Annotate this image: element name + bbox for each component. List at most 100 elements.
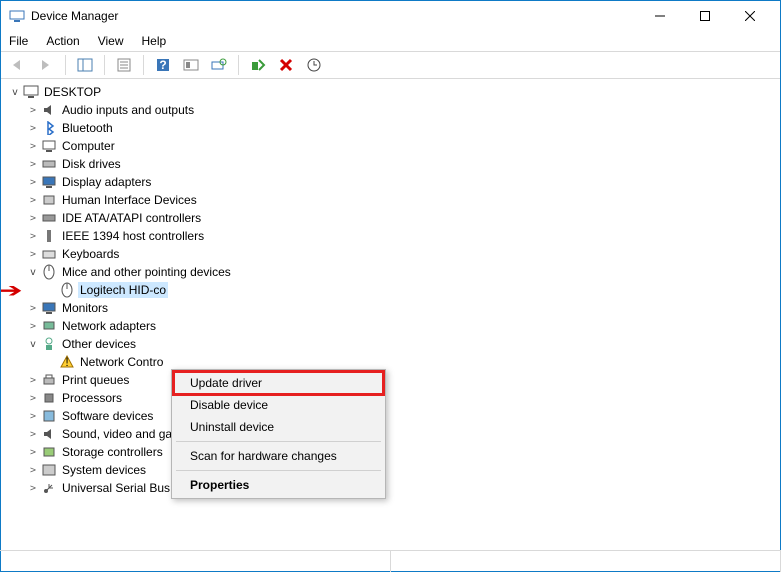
tree-category[interactable]: Display adapters: [9, 173, 780, 191]
tree-category[interactable]: Print queues: [9, 371, 780, 389]
tree-label: Keyboards: [60, 246, 121, 262]
properties-button[interactable]: [113, 54, 135, 76]
expand-icon[interactable]: [27, 465, 39, 476]
device-icon: [41, 228, 57, 244]
context-uninstall-device[interactable]: Uninstall device: [174, 416, 383, 438]
tree-label: Network adapters: [60, 318, 158, 334]
expand-icon[interactable]: [27, 411, 39, 422]
tree-label: Bluetooth: [60, 120, 115, 136]
forward-button[interactable]: [35, 54, 57, 76]
tree-category[interactable]: Computer: [9, 137, 780, 155]
tree-category[interactable]: Monitors: [9, 299, 780, 317]
tree-label: Print queues: [60, 372, 131, 388]
tree-category[interactable]: Network adapters: [9, 317, 780, 335]
expand-icon[interactable]: [27, 231, 39, 242]
computer-icon: [23, 84, 39, 100]
annotation-arrow: ➔: [1, 278, 23, 303]
update-driver-button[interactable]: [303, 54, 325, 76]
tree-category[interactable]: Universal Serial Bus controllers: [9, 479, 780, 497]
tree-category[interactable]: IDE ATA/ATAPI controllers: [9, 209, 780, 227]
enable-button[interactable]: [247, 54, 269, 76]
expand-icon[interactable]: [27, 321, 39, 332]
tree-category[interactable]: Software devices: [9, 407, 780, 425]
help-button[interactable]: ?: [152, 54, 174, 76]
scan-hardware-button[interactable]: [208, 54, 230, 76]
context-scan-hardware[interactable]: Scan for hardware changes: [174, 445, 383, 467]
menu-help[interactable]: Help: [140, 32, 169, 50]
uninstall-button[interactable]: [275, 54, 297, 76]
tree-label: IEEE 1394 host controllers: [60, 228, 206, 244]
context-disable-device[interactable]: Disable device: [174, 394, 383, 416]
tree-category[interactable]: Sound, video and game controllers: [9, 425, 780, 443]
expand-icon[interactable]: [27, 393, 39, 404]
context-update-driver[interactable]: Update driver: [174, 372, 383, 394]
device-icon: [41, 408, 57, 424]
expand-icon[interactable]: [27, 429, 39, 440]
tree-item-logitech[interactable]: ➔ Logitech HID-co: [9, 281, 780, 299]
tree-root[interactable]: DESKTOP: [9, 83, 780, 101]
expand-icon[interactable]: [27, 267, 39, 278]
tree-label: Mice and other pointing devices: [60, 264, 233, 280]
toolbar-separator: [104, 55, 105, 75]
show-hide-tree-button[interactable]: [74, 54, 96, 76]
device-icon: [41, 462, 57, 478]
expand-icon[interactable]: [9, 87, 21, 98]
close-button[interactable]: [727, 2, 772, 30]
tree-label: Disk drives: [60, 156, 123, 172]
device-icon: [41, 192, 57, 208]
menu-action[interactable]: Action: [44, 32, 81, 50]
tree-item-network-contro[interactable]: ! Network Contro: [9, 353, 780, 371]
maximize-button[interactable]: [682, 2, 727, 30]
tree-category[interactable]: IEEE 1394 host controllers: [9, 227, 780, 245]
device-icon: [41, 156, 57, 172]
tree-category[interactable]: Disk drives: [9, 155, 780, 173]
expand-icon[interactable]: [27, 177, 39, 188]
tree-category[interactable]: Audio inputs and outputs: [9, 101, 780, 119]
expand-icon[interactable]: [27, 339, 39, 350]
other-devices-icon: [41, 336, 57, 352]
mouse-icon: [59, 282, 75, 298]
tree-label: Processors: [60, 390, 124, 406]
device-icon: [41, 102, 57, 118]
tree-category[interactable]: Bluetooth: [9, 119, 780, 137]
context-label: Scan for hardware changes: [190, 449, 337, 463]
expand-icon[interactable]: [27, 141, 39, 152]
context-properties[interactable]: Properties: [174, 474, 383, 496]
expand-icon[interactable]: [27, 303, 39, 314]
expand-icon[interactable]: [27, 249, 39, 260]
expand-icon[interactable]: [27, 375, 39, 386]
expand-icon[interactable]: [27, 195, 39, 206]
expand-icon[interactable]: [27, 447, 39, 458]
window-title: Device Manager: [31, 9, 637, 23]
context-separator: [176, 470, 381, 471]
tree-category-other[interactable]: Other devices: [9, 335, 780, 353]
tree-category[interactable]: System devices: [9, 461, 780, 479]
back-button[interactable]: [7, 54, 29, 76]
warning-icon: !: [59, 354, 75, 370]
context-label: Disable device: [190, 398, 268, 412]
device-tree[interactable]: DESKTOP Audio inputs and outputs Bluetoot…: [1, 79, 780, 539]
menu-file[interactable]: File: [7, 32, 30, 50]
tree-category[interactable]: Storage controllers: [9, 443, 780, 461]
tree-category[interactable]: Human Interface Devices: [9, 191, 780, 209]
device-icon: [41, 138, 57, 154]
menu-view[interactable]: View: [96, 32, 126, 50]
expand-icon[interactable]: [27, 159, 39, 170]
expand-icon[interactable]: [27, 483, 39, 494]
device-icon: [41, 444, 57, 460]
tree-category-mice[interactable]: Mice and other pointing devices: [9, 263, 780, 281]
context-separator: [176, 441, 381, 442]
tree-label: Computer: [60, 138, 117, 154]
minimize-button[interactable]: [637, 2, 682, 30]
device-icon: [41, 120, 57, 136]
expand-icon[interactable]: [27, 105, 39, 116]
tree-label: Display adapters: [60, 174, 153, 190]
tree-label: Audio inputs and outputs: [60, 102, 196, 118]
expand-icon[interactable]: [27, 213, 39, 224]
toolbar-icon[interactable]: [180, 54, 202, 76]
tree-category[interactable]: Keyboards: [9, 245, 780, 263]
expand-icon[interactable]: [27, 123, 39, 134]
tree-category[interactable]: Processors: [9, 389, 780, 407]
app-icon: [9, 8, 25, 24]
menu-bar: File Action View Help: [1, 31, 780, 51]
